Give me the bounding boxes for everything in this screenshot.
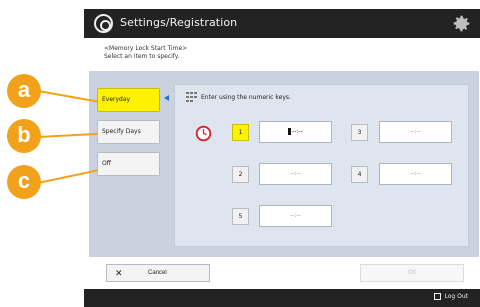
logout-label: Log Out [444, 293, 468, 300]
slot-4-field[interactable]: --:-- [379, 163, 452, 185]
slot-1-button[interactable]: 1 [232, 124, 249, 141]
callout-c: c [7, 165, 41, 199]
keypad-hint-icon [186, 92, 197, 102]
slot-2-button[interactable]: 2 [232, 166, 249, 183]
slot-1-value: --:-- [292, 128, 303, 135]
gear-icon[interactable] [451, 13, 472, 34]
instructions-line-1: <Memory Lock Start Time> [104, 45, 188, 52]
logout-button[interactable]: Log Out [434, 293, 468, 300]
slot-3-button[interactable]: 3 [351, 124, 368, 141]
slot-2-value: --:-- [290, 170, 301, 177]
cancel-button[interactable]: ✕ Cancel [106, 264, 210, 282]
instructions-line-2: Select an item to specify. [104, 53, 180, 60]
title-bar: Settings/Registration [84, 9, 480, 38]
option-everyday-button[interactable]: Everyday [97, 88, 160, 112]
slot-5-field[interactable]: --:-- [259, 205, 332, 227]
option-specify-days-button[interactable]: Specify Days [97, 120, 160, 144]
slot-2-field[interactable]: --:-- [259, 163, 332, 185]
logout-icon [434, 293, 442, 300]
callout-b: b [7, 119, 41, 153]
ok-button[interactable]: OK [360, 264, 464, 282]
slot-1-field[interactable]: --:-- [259, 121, 332, 143]
instructions: <Memory Lock Start Time> Select an item … [104, 45, 187, 61]
slot-5-value: --:-- [290, 212, 301, 219]
hint-text: Enter using the numeric keys. [201, 94, 291, 101]
settings-logo-icon [94, 14, 113, 33]
close-icon: ✕ [115, 268, 123, 278]
bottom-bar: Log Out [84, 289, 480, 307]
cancel-label: Cancel [148, 270, 167, 276]
slot-4-button[interactable]: 4 [351, 166, 368, 183]
selection-arrow-icon [164, 95, 169, 101]
slot-4-value: --:-- [410, 170, 421, 177]
page-title: Settings/Registration [120, 16, 238, 29]
text-cursor [288, 128, 292, 135]
slot-3-value: --:-- [410, 128, 421, 135]
clock-icon [195, 125, 212, 142]
slot-5-button[interactable]: 5 [232, 208, 249, 225]
slot-3-field[interactable]: --:-- [379, 121, 452, 143]
option-off-button[interactable]: Off [97, 152, 160, 176]
callout-a: a [7, 74, 41, 108]
